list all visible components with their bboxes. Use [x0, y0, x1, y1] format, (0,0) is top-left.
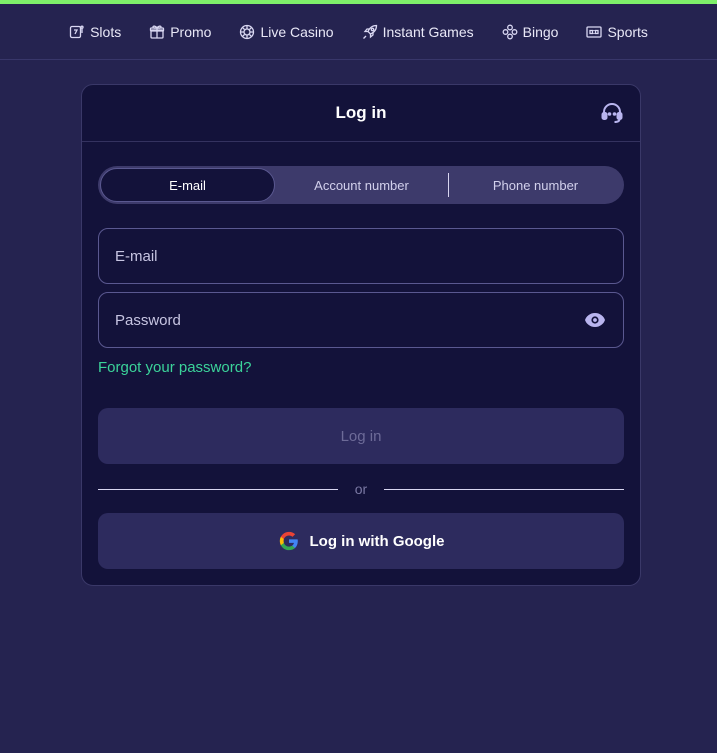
gift-icon	[150, 24, 165, 39]
login-method-tabs: E-mail Account number Phone number	[98, 166, 624, 204]
google-login-label: Log in with Google	[309, 532, 445, 550]
rocket-icon	[362, 24, 377, 39]
nav-item-slots[interactable]: Slots	[69, 24, 121, 40]
nav-item-promo[interactable]: Promo	[149, 24, 211, 40]
password-field[interactable]	[115, 311, 583, 329]
slot-machine-icon	[69, 25, 84, 38]
forgot-password-link[interactable]: Forgot your password?	[98, 359, 251, 376]
nav-item-label: Promo	[170, 23, 212, 40]
nav-item-live-casino[interactable]: Live Casino	[239, 23, 334, 40]
tab-account-number[interactable]: Account number	[275, 168, 448, 202]
nav-item-label: Instant Games	[382, 23, 474, 40]
email-field[interactable]	[115, 247, 607, 265]
password-field-wrapper	[98, 292, 624, 348]
nav-item-instant-games[interactable]: Instant Games	[362, 24, 474, 40]
or-divider: or	[98, 480, 624, 498]
nav-item-sports[interactable]: Sports	[586, 23, 648, 40]
nav-item-label: Bingo	[522, 23, 559, 40]
tab-email[interactable]: E-mail	[100, 168, 275, 202]
or-label: or	[354, 481, 368, 497]
google-icon	[279, 531, 298, 551]
google-login-button[interactable]: Log in with Google	[98, 513, 624, 569]
login-card-header: Log in	[82, 85, 640, 142]
bingo-balls-icon	[502, 24, 518, 39]
roulette-icon	[240, 24, 255, 39]
nav-item-label: Live Casino	[260, 23, 334, 40]
divider-line-right	[384, 488, 624, 490]
scoreboard-icon	[586, 25, 603, 38]
nav-item-label: Slots	[90, 23, 122, 40]
nav-item-label: Sports	[607, 23, 648, 40]
eye-icon[interactable]	[583, 308, 607, 332]
divider-line-left	[98, 488, 338, 490]
login-button[interactable]: Log in	[98, 408, 624, 464]
headset-icon[interactable]	[600, 101, 624, 125]
page-title: Log in	[335, 103, 387, 122]
login-card: Log in E-mail Account number Phone numbe…	[81, 84, 641, 586]
email-field-wrapper	[98, 228, 624, 284]
nav-item-bingo[interactable]: Bingo	[502, 23, 559, 40]
tab-phone-number[interactable]: Phone number	[449, 168, 622, 202]
top-navigation: Slots Promo Live Casino Instant Games Bi…	[0, 4, 717, 60]
